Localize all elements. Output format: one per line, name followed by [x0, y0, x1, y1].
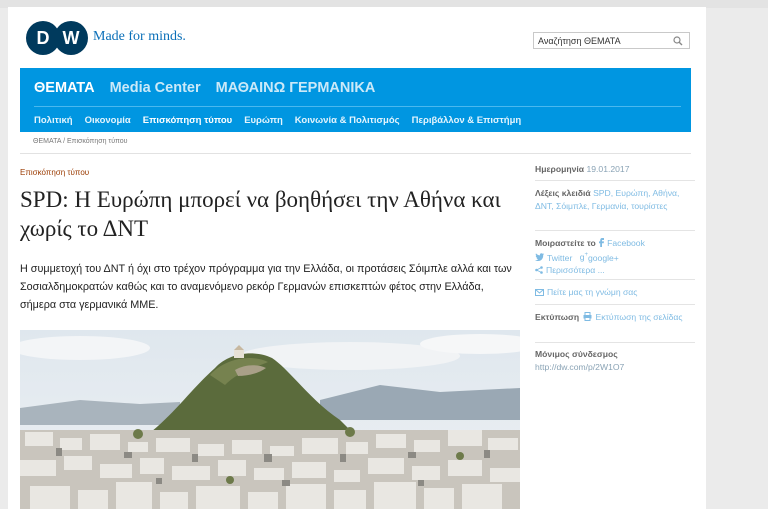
- share-twitter[interactable]: Twitter: [547, 252, 572, 262]
- share-label: Μοιραστείτε το: [535, 238, 596, 248]
- nav-sub-society-culture[interactable]: Κοινωνία & Πολιτισμός: [295, 115, 400, 126]
- search-input[interactable]: [534, 33, 673, 48]
- permalink-label: Μόνιμος σύνδεσμος: [535, 349, 618, 359]
- permalink-url[interactable]: http://dw.com/p/2W1O7: [535, 362, 624, 372]
- article-photo: [20, 330, 520, 509]
- sidebar-divider: [535, 279, 695, 280]
- share-facebook[interactable]: Facebook: [607, 238, 645, 248]
- sidebar-share: Μοιραστείτε το Facebook Twitter g+google…: [535, 237, 695, 276]
- page: D W Made for minds. ΘΕΜΑΤΑ Media Center …: [8, 7, 706, 509]
- print-link[interactable]: Εκτύπωση της σελίδας: [595, 312, 682, 322]
- logo-circle-w: W: [54, 21, 88, 55]
- keywords-label: Λέξεις κλειδιά: [535, 188, 591, 198]
- nav-sub-press-review[interactable]: Επισκόπηση τύπου: [143, 115, 232, 126]
- sidebar-permalink: Μόνιμος σύνδεσμος http://dw.com/p/2W1O7: [535, 348, 695, 373]
- share-google-plus[interactable]: google+: [588, 252, 619, 262]
- sidebar-divider: [535, 342, 695, 343]
- main-navigation: ΘΕΜΑΤΑ Media Center ΜΑΘΑΙΝΩ ΓΕΡΜΑΝΙΚΑ Πο…: [20, 68, 691, 132]
- nav-sub-europe[interactable]: Ευρώπη: [244, 115, 283, 126]
- nav-sub-politics[interactable]: Πολιτική: [34, 115, 73, 126]
- date-label: Ημερομηνία: [535, 164, 585, 174]
- sidebar-divider: [535, 304, 695, 305]
- nav-main-tabs: ΘΕΜΑΤΑ Media Center ΜΑΘΑΙΝΩ ΓΕΡΜΑΝΙΚΑ: [34, 80, 375, 96]
- nav-divider: [34, 106, 681, 107]
- feedback-link[interactable]: Πείτε μας τη γνώμη σας: [547, 287, 637, 297]
- sidebar-feedback[interactable]: Πείτε μας τη γνώμη σας: [535, 286, 695, 299]
- breadcrumb-divider: [20, 153, 691, 154]
- sidebar-keywords: Λέξεις κλειδιά SPD, Ευρώπη, Αθήνα, ΔΝΤ, …: [535, 187, 695, 212]
- share-more[interactable]: Περισσότερα ...: [546, 265, 605, 275]
- nav-subcategories: Πολιτική Οικονομία Επισκόπηση τύπου Ευρώ…: [34, 115, 521, 126]
- share-more-icon[interactable]: [535, 266, 543, 274]
- facebook-icon[interactable]: [598, 238, 605, 247]
- article-headline: SPD: Η Ευρώπη μπορεί να βοηθήσει την Αθή…: [20, 187, 501, 241]
- tagline: Made for minds.: [93, 29, 186, 44]
- breadcrumb[interactable]: ΘΕΜΑΤΑ / Επισκόπηση τύπου: [33, 138, 127, 145]
- nav-sub-economy[interactable]: Οικονομία: [85, 115, 131, 126]
- print-icon[interactable]: [583, 312, 592, 321]
- twitter-icon[interactable]: [535, 253, 544, 262]
- article-kicker[interactable]: Επισκόπηση τύπου: [20, 168, 89, 177]
- print-label: Εκτύπωση: [535, 312, 580, 322]
- dw-logo[interactable]: D W: [26, 21, 88, 55]
- sidebar-divider: [535, 230, 695, 231]
- nav-sub-environment-science[interactable]: Περιβάλλον & Επιστήμη: [412, 115, 522, 126]
- sidebar-divider: [535, 180, 695, 181]
- search-box[interactable]: [533, 32, 690, 49]
- google-plus-icon[interactable]: g+: [580, 252, 588, 262]
- nav-tab-media-center[interactable]: Media Center: [110, 80, 201, 96]
- sidebar-date: Ημερομηνία 19.01.2017: [535, 163, 695, 176]
- nav-tab-themata[interactable]: ΘΕΜΑΤΑ: [34, 80, 95, 96]
- nav-tab-learn-german[interactable]: ΜΑΘΑΙΝΩ ΓΕΡΜΑΝΙΚΑ: [216, 80, 376, 96]
- search-icon[interactable]: [672, 35, 684, 47]
- sidebar-print: Εκτύπωση Εκτύπωση της σελίδας: [535, 311, 695, 324]
- mail-icon: [535, 289, 544, 296]
- date-value: 19.01.2017: [586, 164, 630, 174]
- article-lead: Η συμμετοχή του ΔΝΤ ή όχι στο τρέχον πρό…: [20, 263, 512, 311]
